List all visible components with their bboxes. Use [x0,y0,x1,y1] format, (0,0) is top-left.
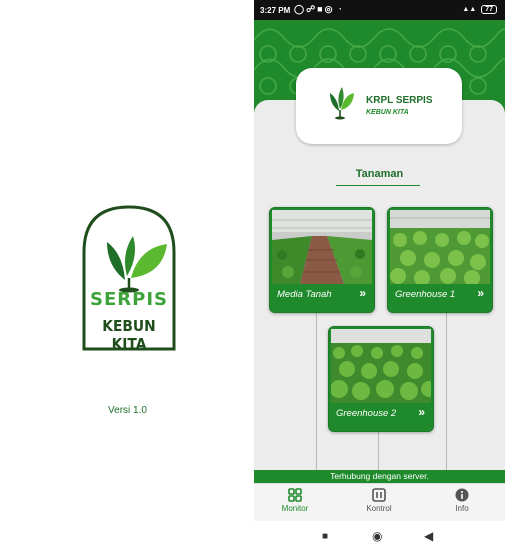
notification-icons: ◯☍■◎ · [294,4,344,14]
card-greenhouse-2[interactable]: Greenhouse 2 » [328,326,434,432]
splash-screen: SERPIS KEBUN KITA Versi 1.0 [0,0,255,553]
connection-status: Terhubung dengan server. [254,470,505,483]
media-tanah-photo [272,210,372,284]
status-time: 3:27 PM [260,6,291,15]
system-navigation-bar: ■ ◉ ◀ [254,521,505,553]
double-chevron-right-icon: » [477,286,484,300]
card-label: Greenhouse 1 [395,289,456,300]
logo-word-kebun-kita: KEBUN KITA [102,317,156,353]
grid-icon [288,488,302,502]
card-label: Media Tanah [277,289,332,300]
connector-line [446,312,447,470]
card-media-tanah[interactable]: Media Tanah » [269,207,375,313]
nav-label: Kontrol [366,504,392,513]
app-subtitle: KEBUN KITA [366,109,409,116]
logo-word-serpis: SERPIS [90,289,168,310]
section-underline [336,185,420,186]
card-greenhouse-1[interactable]: Greenhouse 1 » [387,207,493,313]
double-chevron-right-icon: » [418,405,425,419]
version-label: Versi 1.0 [108,405,147,416]
app-title: KRPL SERPIS [366,95,433,106]
signal-battery: ▲▲ 77 [462,5,497,14]
card-label: Greenhouse 2 [336,408,397,419]
bottom-navigation: Monitor Kontrol Info [254,483,505,521]
status-bar: 3:27 PM ◯☍■◎ · ▲▲ 77 [254,0,505,20]
app-title-card: KRPL SERPIS KEBUN KITA [296,68,462,144]
nav-label: Monitor [281,504,309,513]
back-icon[interactable]: ◀ [424,529,433,543]
control-icon [372,488,386,502]
nav-info[interactable]: Info [427,488,497,513]
app-screen: 3:27 PM ◯☍■◎ · ▲▲ 77 KRPL SERPIS KEBUN K… [254,0,505,553]
greenhouse-1-photo [390,210,490,284]
recent-apps-icon[interactable]: ■ [322,531,328,542]
battery-icon: 77 [481,5,497,14]
connector-line [316,312,317,470]
nav-label: Info [455,504,469,513]
home-icon[interactable]: ◉ [372,529,382,543]
leaf-logo-icon [330,87,354,120]
section-title: Tanaman [355,168,404,180]
nav-kontrol[interactable]: Kontrol [344,488,414,513]
greenhouse-2-photo [331,329,431,403]
nav-monitor[interactable]: Monitor [260,488,330,513]
double-chevron-right-icon: » [359,286,366,300]
info-icon [455,488,469,502]
connector-line [378,430,379,470]
signal-icon: ▲▲ [462,6,477,13]
